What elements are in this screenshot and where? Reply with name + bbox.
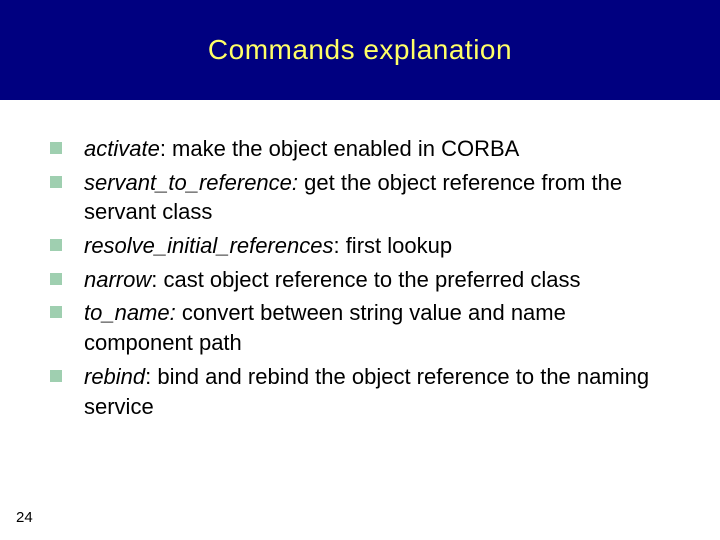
- command-term: rebind: [84, 364, 145, 389]
- square-bullet-icon: [50, 176, 62, 188]
- square-bullet-icon: [50, 273, 62, 285]
- command-desc: : cast object reference to the preferred…: [151, 267, 580, 292]
- command-desc: : bind and rebind the object reference t…: [84, 364, 649, 419]
- list-item: resolve_initial_references: first lookup: [44, 231, 676, 261]
- command-desc: : first lookup: [333, 233, 452, 258]
- command-term: resolve_initial_references: [84, 233, 333, 258]
- list-item-text: activate: make the object enabled in COR…: [84, 134, 519, 164]
- list-item-text: rebind: bind and rebind the object refer…: [84, 362, 676, 421]
- page-number: 24: [16, 509, 33, 526]
- list-item-text: to_name: convert between string value an…: [84, 298, 676, 357]
- list-item: to_name: convert between string value an…: [44, 298, 676, 357]
- list-item-text: resolve_initial_references: first lookup: [84, 231, 452, 261]
- square-bullet-icon: [50, 370, 62, 382]
- list-item-text: servant_to_reference: get the object ref…: [84, 168, 676, 227]
- square-bullet-icon: [50, 142, 62, 154]
- command-term: servant_to_reference:: [84, 170, 298, 195]
- list-item: rebind: bind and rebind the object refer…: [44, 362, 676, 421]
- list-item: activate: make the object enabled in COR…: [44, 134, 676, 164]
- slide-header: Commands explanation: [0, 0, 720, 100]
- square-bullet-icon: [50, 306, 62, 318]
- command-desc: : make the object enabled in CORBA: [160, 136, 520, 161]
- slide-title: Commands explanation: [208, 34, 512, 66]
- slide-body: activate: make the object enabled in COR…: [0, 100, 720, 421]
- list-item: narrow: cast object reference to the pre…: [44, 265, 676, 295]
- list-item-text: narrow: cast object reference to the pre…: [84, 265, 580, 295]
- list-item: servant_to_reference: get the object ref…: [44, 168, 676, 227]
- command-term: activate: [84, 136, 160, 161]
- square-bullet-icon: [50, 239, 62, 251]
- command-term: narrow: [84, 267, 151, 292]
- command-term: to_name:: [84, 300, 176, 325]
